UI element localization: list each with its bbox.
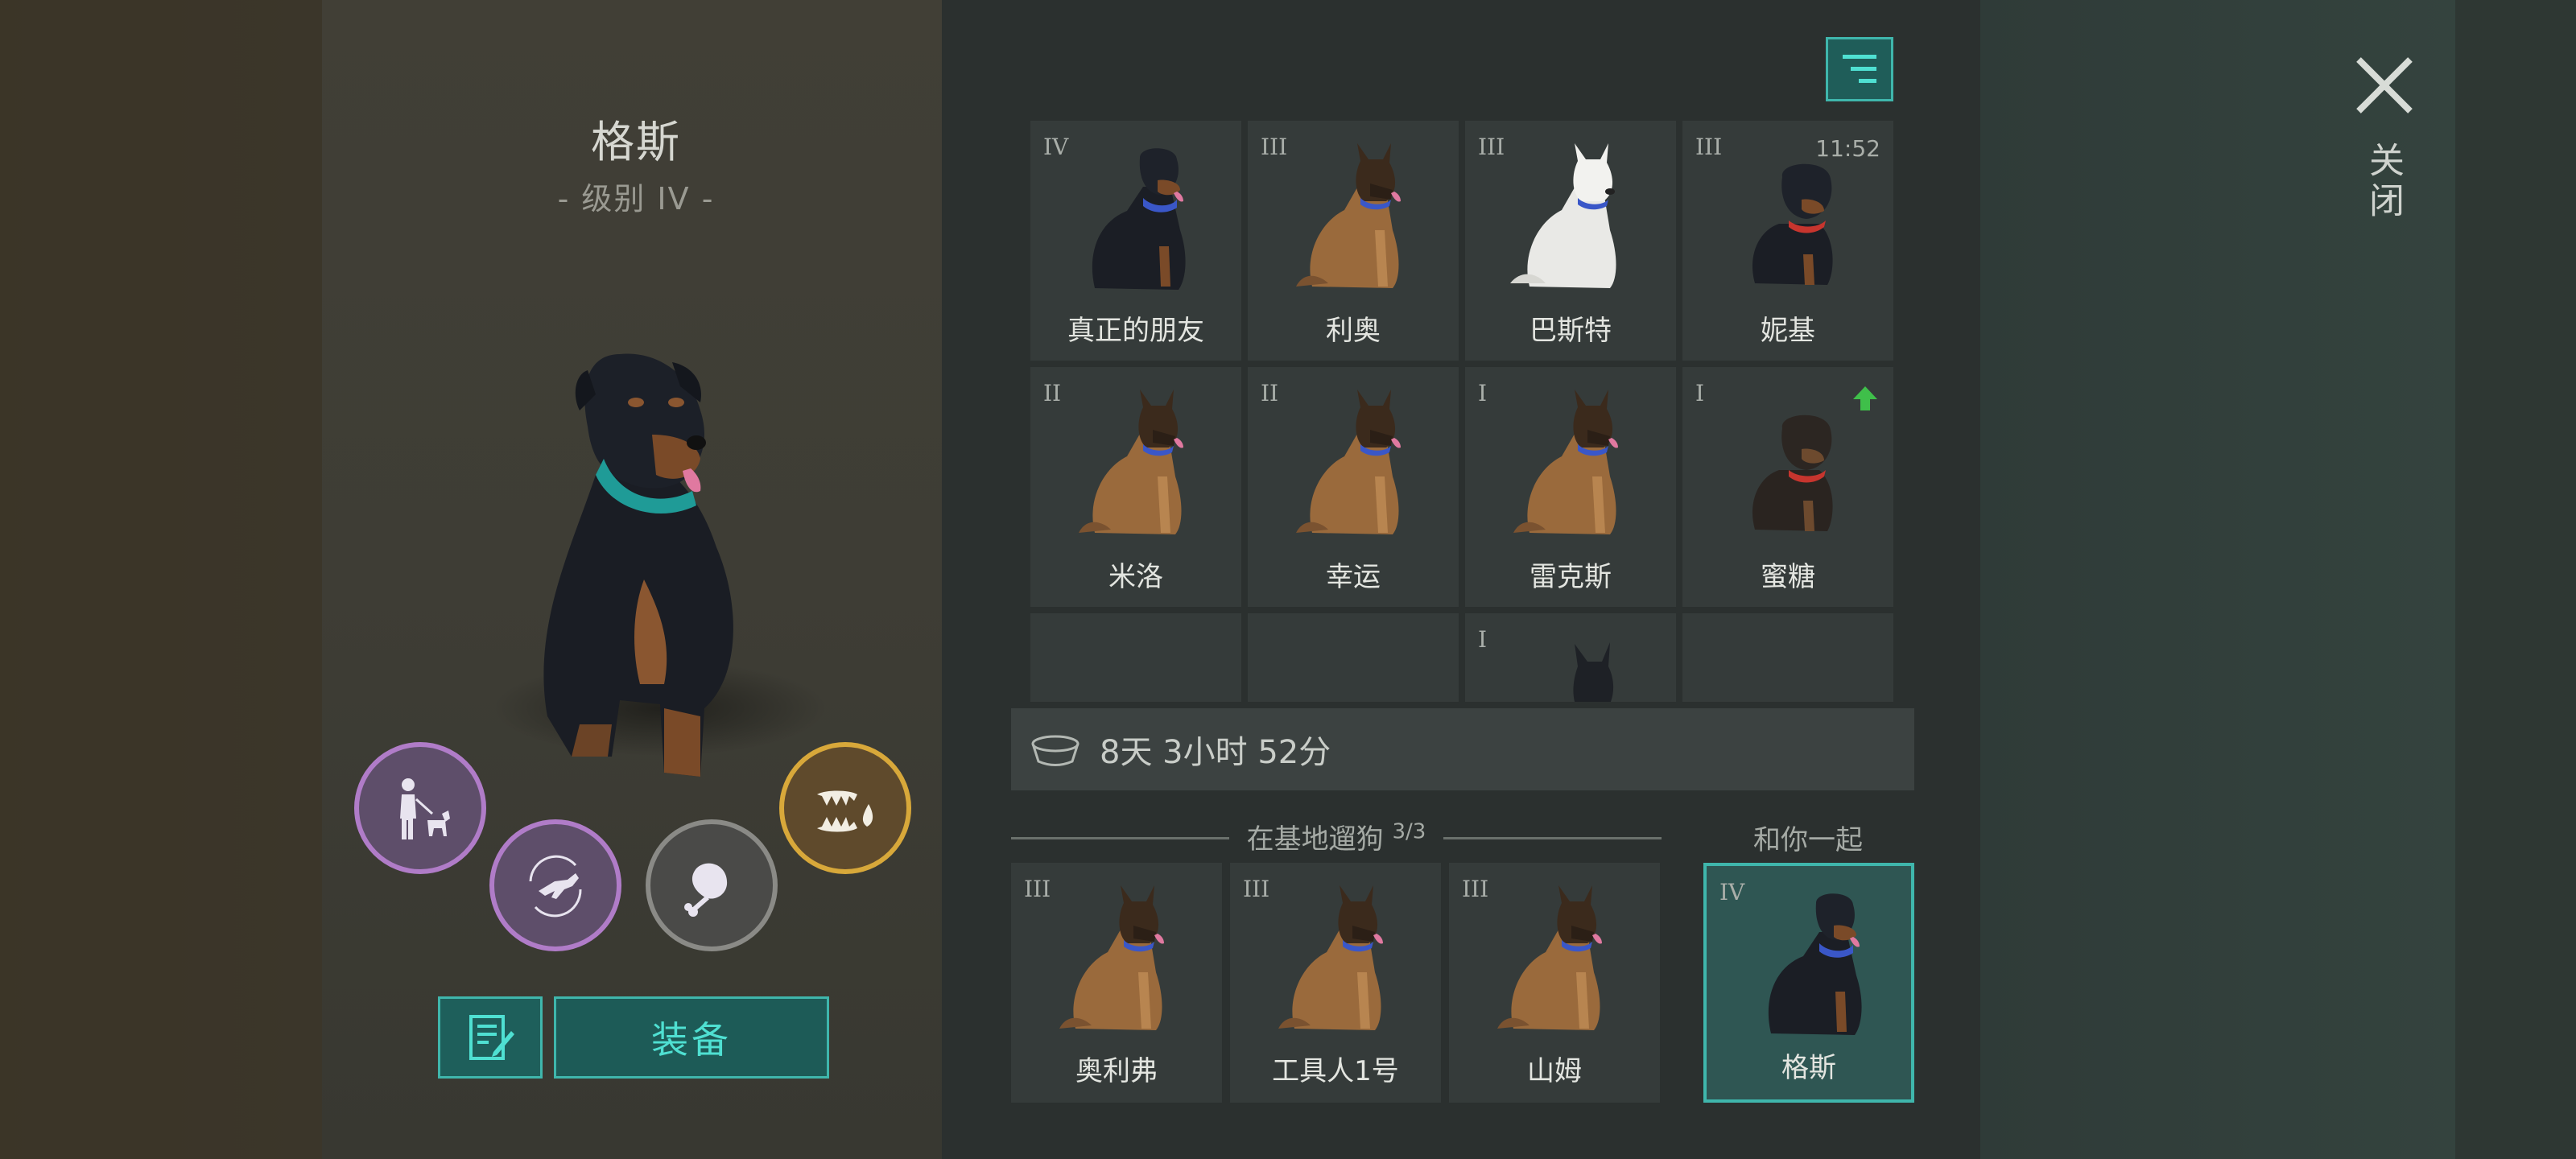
dog-rank: I [1478, 626, 1488, 653]
dog-jump-icon [529, 855, 582, 918]
selected-dog-level: - 级别 IV - [557, 181, 715, 217]
equip-button[interactable]: 装备 [554, 996, 829, 1079]
dog-card[interactable]: III 利奥 [1248, 121, 1459, 361]
dog-name: 奥利弗 [1075, 1055, 1158, 1087]
walking-dog-slot[interactable]: III 奥利弗 [1011, 863, 1222, 1103]
walking-section-header: 在基地遛狗 3/3 [1011, 816, 1662, 856]
shepherd-dog-image [1497, 885, 1602, 1030]
walk-dog-icon [400, 778, 450, 839]
puppy-dog-image [1752, 415, 1833, 531]
dog-name: 雷克斯 [1530, 561, 1612, 593]
walking-count: 3/3 [1392, 819, 1426, 844]
shepherd-dog-image [1278, 885, 1383, 1030]
rename-button[interactable] [438, 996, 543, 1079]
dog-card[interactable]: III 11:52 妮基 [1682, 121, 1893, 361]
dog-name: 利奥 [1326, 315, 1381, 347]
skill-jump[interactable] [489, 819, 621, 951]
fang-venom-icon [817, 790, 873, 832]
dog-name: 真正的朋友 [1067, 315, 1204, 347]
walking-section-title: 在基地遛狗 3/3 [1228, 816, 1444, 856]
dog-card[interactable]: I [1465, 613, 1676, 702]
shepherd-dog-image [1296, 143, 1401, 288]
empty-dog-slot[interactable] [1248, 613, 1459, 702]
dog-card[interactable]: II 幸运 [1248, 367, 1459, 607]
skill-attack[interactable] [779, 742, 911, 874]
food-timer-text: 8天 3小时 52分 [1100, 734, 1331, 771]
empty-dog-slot[interactable] [1030, 613, 1241, 702]
white-shepherd-dog-image [1510, 143, 1616, 288]
black-dog-dog-image [1546, 642, 1625, 702]
dog-name: 巴斯特 [1530, 315, 1612, 347]
skill-walk[interactable] [354, 742, 486, 874]
dog-rank: II [1261, 380, 1279, 406]
edit-note-icon [469, 1015, 514, 1060]
sort-icon [1843, 55, 1876, 83]
walking-dog-slot[interactable]: III 山姆 [1449, 863, 1660, 1103]
dog-grid: IV 真正的朋友 III 利奥 III 巴斯特 III 11:52 妮基 II 米洛 II 幸运 I 雷克斯… [1030, 121, 1897, 702]
dog-card[interactable]: I 雷克斯 [1465, 367, 1676, 607]
dog-card[interactable]: I 蜜糖 [1682, 367, 1893, 607]
shepherd-dog-image [1513, 390, 1618, 534]
sort-filter-button[interactable] [1826, 37, 1893, 101]
dog-name: 工具人1号 [1272, 1055, 1399, 1087]
shepherd-dog-image [1296, 390, 1401, 534]
dog-name: 蜜糖 [1761, 561, 1815, 593]
dog-name: 幸运 [1326, 561, 1381, 593]
dog-name: 米洛 [1108, 561, 1163, 593]
dog-rank: I [1695, 380, 1705, 406]
shepherd-dog-image [1079, 390, 1183, 534]
companion-dog-slot[interactable]: IV 格斯 [1703, 863, 1914, 1103]
dog-card[interactable]: III 巴斯特 [1465, 121, 1676, 361]
food-bowl-icon [1031, 735, 1080, 766]
selected-dog-model[interactable] [499, 338, 789, 797]
dog-rank: II [1043, 380, 1062, 406]
dog-card[interactable]: II 米洛 [1030, 367, 1241, 607]
dog-card[interactable]: IV 真正的朋友 [1030, 121, 1241, 361]
selected-dog-name: 格斯 [591, 117, 681, 167]
rottweiler-dog-image [1768, 893, 1862, 1035]
shepherd-dog-image [1059, 885, 1164, 1030]
dog-name: 山姆 [1527, 1055, 1582, 1087]
background-left [0, 0, 322, 1159]
rottweiler-dog-image [1092, 148, 1186, 290]
dog-name: 格斯 [1781, 1052, 1836, 1084]
meat-icon [684, 863, 728, 917]
dog-rank: I [1478, 380, 1488, 406]
dog-name: 妮基 [1761, 315, 1815, 347]
background-far-right [2455, 0, 2576, 1159]
close-icon[interactable] [2351, 52, 2418, 119]
walking-dog-slot[interactable]: III 工具人1号 [1230, 863, 1441, 1103]
empty-dog-slot[interactable] [1682, 613, 1893, 702]
food-timer-bar: 8天 3小时 52分 [1011, 708, 1914, 790]
with-you-label: 和你一起 [1753, 824, 1863, 856]
skill-feed[interactable] [646, 819, 778, 951]
rottweiler-puppy-dog-image [1752, 163, 1833, 285]
walking-label: 在基地遛狗 [1246, 823, 1384, 856]
close-label[interactable]: 关闭 [2360, 142, 2409, 222]
